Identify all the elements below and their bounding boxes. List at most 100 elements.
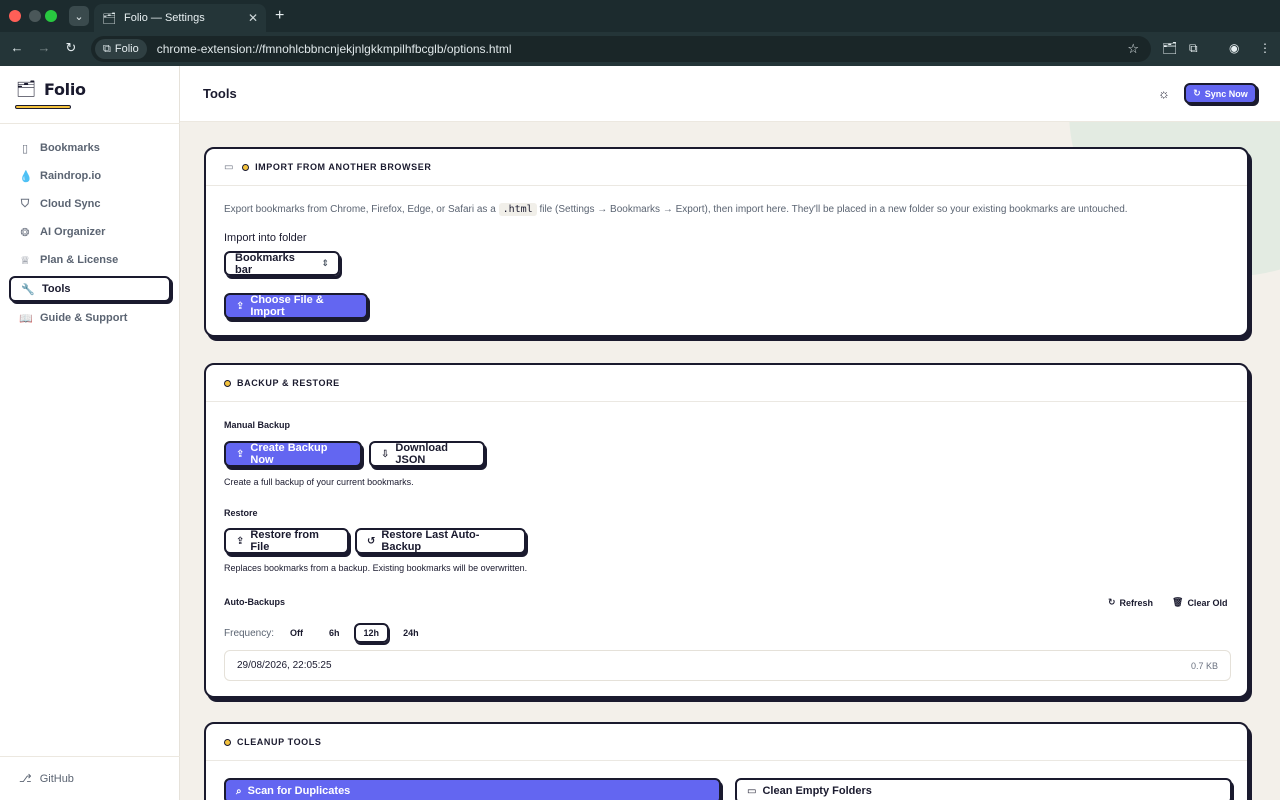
browser-tab[interactable]: 🗂 Folio — Settings ✕ xyxy=(94,4,266,32)
import-heading: IMPORT FROM ANOTHER BROWSER xyxy=(255,162,432,172)
clear-old-label: Clear Old xyxy=(1187,597,1228,608)
github-label: GitHub xyxy=(39,772,74,785)
sync-icon: ↻ xyxy=(1193,88,1201,98)
restore-from-file-label: Restore from File xyxy=(250,529,319,553)
sync-now-button[interactable]: ↻ Sync Now xyxy=(1184,83,1257,104)
minimize-window-button[interactable] xyxy=(29,10,41,22)
puzzle-icon: ⧉ xyxy=(103,42,111,55)
folder-icon: ▭ xyxy=(747,785,757,797)
scan-duplicates-button[interactable]: ⌕ Scan for Duplicates xyxy=(224,778,721,800)
sidebar-item-label: Bookmarks xyxy=(40,142,100,154)
close-window-button[interactable] xyxy=(9,10,21,22)
folio-extension-icon[interactable]: 🗂 xyxy=(1162,41,1177,55)
cleanup-card-header: CLEANUP TOOLS xyxy=(206,724,1247,761)
upload-icon: ⇪ xyxy=(236,300,245,312)
html-code-chip: .html xyxy=(498,203,537,216)
trash-icon: 🗑 xyxy=(1172,597,1184,607)
shield-icon: ⛉ xyxy=(20,197,30,210)
sidebar-item-tools[interactable]: 🔧 Tools xyxy=(9,276,171,302)
import-folder-select[interactable]: Bookmarks bar ⇕ xyxy=(224,251,340,276)
backup-heading: BACKUP & RESTORE xyxy=(237,378,340,388)
chevron-up-down-icon: ⇕ xyxy=(321,258,329,268)
clean-empty-folders-label: Clean Empty Folders xyxy=(762,785,872,797)
frequency-option-24h[interactable]: 24h xyxy=(395,623,427,643)
omnibox[interactable]: ⧉ Folio chrome-extension://fmnohlcbbncnj… xyxy=(91,36,1151,62)
upload-icon: ⇪ xyxy=(236,535,245,547)
forward-arrow-icon[interactable]: → xyxy=(35,40,53,55)
import-card-header: ▭ IMPORT FROM ANOTHER BROWSER xyxy=(206,149,1247,186)
sync-now-label: Sync Now xyxy=(1204,88,1248,99)
restore-from-file-button[interactable]: ⇪ Restore from File xyxy=(224,528,349,554)
search-icon: ⌕ xyxy=(236,785,242,797)
github-icon: ⎇ xyxy=(19,773,32,785)
sidebar-item-bookmarks[interactable]: ▯ Bookmarks xyxy=(9,135,171,161)
bookmark-star-icon[interactable]: ☆ xyxy=(1127,41,1139,57)
choose-file-import-button[interactable]: ⇪ Choose File & Import xyxy=(224,293,368,319)
import-description: Export bookmarks from Chrome, Firefox, E… xyxy=(224,203,1234,216)
cleanup-tools-card: CLEANUP TOOLS ⌕ Scan for Duplicates ▭ Cl… xyxy=(204,722,1249,800)
reload-icon[interactable]: ↻ xyxy=(62,40,80,56)
sidebar-item-label: Raindrop.io xyxy=(40,170,102,182)
restore-last-auto-backup-button[interactable]: ↺ Restore Last Auto-Backup xyxy=(355,528,526,554)
status-dot xyxy=(242,163,250,171)
url-text[interactable]: chrome-extension://fmnohlcbbncnjekjnlgkk… xyxy=(157,42,512,56)
import-desc-before: Export bookmarks from Chrome, Firefox, E… xyxy=(224,204,496,215)
profile-icon[interactable]: ◉ xyxy=(1229,41,1239,55)
book-icon: 📖 xyxy=(19,312,33,325)
sidebar-item-label: Guide & Support xyxy=(40,312,128,324)
sidebar-item-plan-license[interactable]: ♕ Plan & License xyxy=(9,247,171,273)
refresh-icon: ↻ xyxy=(1108,597,1116,607)
theme-toggle-sun-icon[interactable]: ☼ xyxy=(1158,86,1170,101)
download-json-button[interactable]: ⇩ Download JSON xyxy=(369,441,485,467)
sidebar-item-label: Cloud Sync xyxy=(40,198,101,210)
create-backup-button[interactable]: ⇪ Create Backup Now xyxy=(224,441,362,467)
options-page: 🗂 Folio ▯ Bookmarks 💧 Raindrop.io ⛉ Clou… xyxy=(0,66,1280,800)
extension-chip[interactable]: ⧉ Folio xyxy=(95,39,147,59)
extensions-icon[interactable]: ⧉ xyxy=(1189,41,1198,56)
auto-backup-entry[interactable]: 29/08/2026, 22:05:25 0.7 KB xyxy=(224,650,1231,681)
frequency-option-6h[interactable]: 6h xyxy=(321,623,348,643)
folio-logo-icon: 🗂 xyxy=(15,81,37,98)
sidebar-item-cloud-sync[interactable]: ⛉ Cloud Sync xyxy=(9,191,171,217)
clear-old-button[interactable]: 🗑 Clear Old xyxy=(1172,597,1227,608)
import-folder-label: Import into folder xyxy=(224,232,307,244)
back-arrow-icon[interactable]: ← xyxy=(8,40,26,55)
chevron-down-icon: ⌄ xyxy=(74,10,84,23)
sidebar-item-raindrop[interactable]: 💧 Raindrop.io xyxy=(9,163,171,189)
brand-underline xyxy=(15,105,71,109)
auto-backups-label: Auto-Backups xyxy=(224,597,286,607)
import-card: ▭ IMPORT FROM ANOTHER BROWSER Export boo… xyxy=(204,147,1249,337)
browser-titlebar: ⌄ 🗂 Folio — Settings ✕ + xyxy=(0,0,1280,32)
manual-backup-label: Manual Backup xyxy=(224,420,291,430)
restore-last-label: Restore Last Auto-Backup xyxy=(381,529,480,553)
sidebar-item-label: AI Organizer xyxy=(40,226,106,238)
droplet-icon: 💧 xyxy=(19,170,33,183)
github-link[interactable]: ⎇ GitHub xyxy=(19,772,74,786)
frequency-option-12h[interactable]: 12h xyxy=(353,623,390,643)
sidebar: 🗂 Folio ▯ Bookmarks 💧 Raindrop.io ⛉ Clou… xyxy=(0,66,180,800)
clean-empty-folders-button[interactable]: ▭ Clean Empty Folders xyxy=(735,778,1232,800)
sidebar-divider xyxy=(0,123,180,124)
refresh-button[interactable]: ↻ Refresh xyxy=(1108,597,1153,608)
import-folder-value: Bookmarks bar xyxy=(235,251,295,276)
address-bar: ← → ↻ ⧉ Folio chrome-extension://fmnohlc… xyxy=(0,32,1280,66)
maximize-window-button[interactable] xyxy=(45,10,57,22)
frequency-option-off[interactable]: Off xyxy=(282,623,311,643)
manual-backup-description: Create a full backup of your current boo… xyxy=(224,477,414,487)
tab-search-button[interactable]: ⌄ xyxy=(69,6,89,26)
sidebar-item-guide-support[interactable]: 📖 Guide & Support xyxy=(9,305,171,331)
cleanup-heading: CLEANUP TOOLS xyxy=(237,737,322,747)
status-dot xyxy=(224,379,231,387)
tab-close-icon[interactable]: ✕ xyxy=(248,11,258,25)
tab-title: Folio — Settings xyxy=(124,12,205,24)
new-tab-button[interactable]: + xyxy=(275,6,284,26)
menu-icon[interactable]: ⋮ xyxy=(1259,41,1271,55)
brain-icon: ❂ xyxy=(20,226,30,239)
extension-chip-label: Folio xyxy=(114,43,139,55)
create-backup-label: Create Backup Now xyxy=(250,442,328,466)
backup-restore-card: BACKUP & RESTORE Manual Backup ⇪ Create … xyxy=(204,363,1249,698)
frequency-selector: Frequency: Off 6h 12h 24h xyxy=(224,623,427,643)
brand[interactable]: 🗂 Folio xyxy=(16,78,86,100)
sidebar-item-ai-organizer[interactable]: ❂ AI Organizer xyxy=(9,219,171,245)
bookmark-icon: ▯ xyxy=(21,142,29,155)
